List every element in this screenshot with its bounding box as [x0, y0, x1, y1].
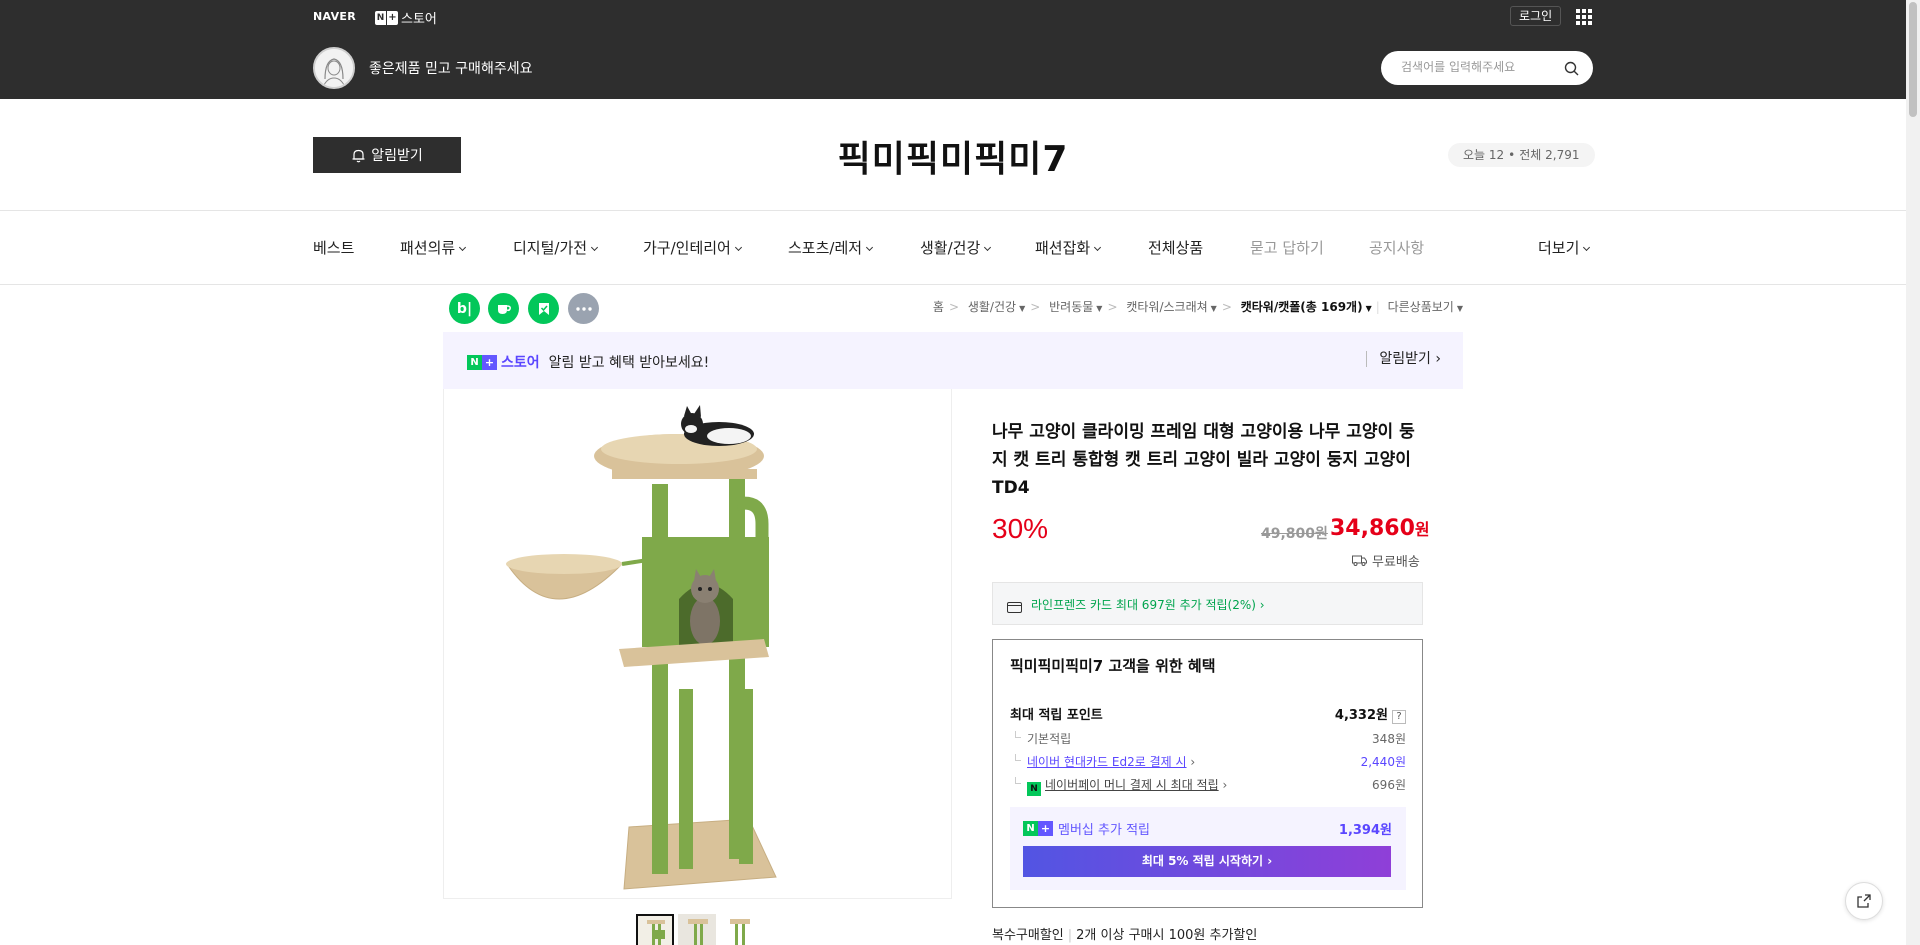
product-thumbnail[interactable]	[678, 914, 716, 945]
nplus-store-logo[interactable]: N + 스토어	[375, 8, 437, 27]
nav-item-digital[interactable]: 디지털/가전	[513, 237, 599, 258]
npay-money-link[interactable]: 네이버페이 머니 결제 시 최대 적립	[1045, 778, 1219, 792]
membership-label: 멤버십 추가 적립	[1058, 823, 1150, 838]
chevron-down-icon	[1583, 243, 1591, 252]
membership-start-button[interactable]: 최대 5% 적립 시작하기 ›	[1023, 846, 1391, 877]
store-label: 스토어	[401, 12, 437, 27]
product-image[interactable]	[443, 389, 952, 899]
breadcrumb-current[interactable]: 캣타워/캣폴(총 169개) ▼	[1241, 300, 1372, 314]
promo-store-label: 스토어	[501, 355, 540, 371]
discount-rate: 30%	[992, 513, 1049, 544]
store-title[interactable]: 픽미픽미픽미7	[0, 130, 1906, 182]
nav-item-best[interactable]: 베스트	[313, 237, 354, 258]
login-button[interactable]: 로그인	[1510, 6, 1562, 26]
more-share-icon[interactable]	[568, 293, 599, 324]
chevron-down-icon	[591, 243, 599, 252]
delivery-info: 무료배송	[1352, 551, 1420, 570]
membership-box: N + 멤버십 추가 적립 1,394원 최대 5% 적립 시작하기 ›	[1010, 807, 1406, 890]
page-scrollbar[interactable]	[1906, 0, 1920, 945]
breadcrumb: 홈 > 생활/건강 ▼ > 반려동물 ▼ > 캣타워/스크래쳐 ▼ > 캣타워/캣폴(총 16…	[932, 300, 1463, 314]
store-avatar[interactable]	[313, 47, 355, 89]
cafe-share-icon[interactable]	[488, 293, 519, 324]
bookmark-share-icon[interactable]	[528, 293, 559, 324]
nav-item-qna[interactable]: 묻고 답하기	[1250, 237, 1324, 258]
original-price: 49,800원	[1261, 526, 1328, 542]
breadcrumb-category-3[interactable]: 캣타워/스크래쳐 ▼	[1126, 300, 1216, 314]
credit-card-icon	[1007, 598, 1022, 617]
chevron-down-icon	[866, 243, 874, 252]
benefit-box: 픽미픽미픽미7 고객을 위한 혜택 최대 적립 포인트 4,332원? 기본적립…	[992, 639, 1423, 908]
category-nav: 베스트 패션의류 디지털/가전 가구/인테리어 스포츠/레저 생활/건강 패션잡…	[313, 237, 1593, 259]
blog-share-icon[interactable]: b|	[449, 293, 480, 324]
sale-price: 34,860원	[1330, 516, 1430, 541]
card-offer[interactable]: 라인프렌즈 카드 최대 697원 추가 적립(2%) ›	[992, 582, 1423, 625]
promo-text: 알림 받고 혜택 받아보세요!	[548, 355, 710, 371]
chevron-down-icon	[1094, 243, 1102, 252]
breadcrumb-category-2[interactable]: 반려동물 ▼	[1049, 300, 1102, 314]
chevron-down-icon	[984, 243, 992, 252]
chevron-down-icon	[459, 243, 467, 252]
search-box	[1381, 51, 1593, 85]
npay-icon: N	[1027, 782, 1041, 796]
nav-item-furniture[interactable]: 가구/인테리어	[643, 237, 742, 258]
breadcrumb-home[interactable]: 홈	[933, 300, 944, 314]
product-thumbnail[interactable]	[720, 914, 758, 945]
share-icon	[1857, 894, 1871, 908]
hyundai-card-row: 네이버 현대카드 Ed2로 결제 시 › 2,440원	[1010, 753, 1406, 770]
nav-item-sports[interactable]: 스포츠/레저	[788, 237, 874, 258]
scrollbar-thumb[interactable]	[1909, 2, 1917, 117]
help-icon[interactable]: ?	[1392, 710, 1406, 724]
breadcrumb-category-1[interactable]: 생활/건강 ▼	[968, 300, 1025, 314]
search-icon[interactable]	[1564, 61, 1579, 80]
benefit-title: 픽미픽미픽미7 고객을 위한 혜택	[1010, 657, 1216, 675]
max-points-row: 최대 적립 포인트 4,332원?	[1010, 704, 1406, 724]
npay-money-row: N 네이버페이 머니 결제 시 최대 적립 › 696원	[1010, 776, 1406, 796]
share-button[interactable]	[1845, 882, 1883, 920]
nav-item-all-products[interactable]: 전체상품	[1148, 237, 1203, 258]
membership-value: 1,394원	[1338, 823, 1392, 838]
search-input[interactable]	[1401, 60, 1561, 74]
promo-alert-link[interactable]: 알림받기 ›	[1366, 351, 1441, 367]
promo-banner: N + 스토어 알림 받고 혜택 받아보세요! 알림받기 ›	[443, 332, 1463, 389]
nplus-icon: N +	[467, 354, 497, 370]
nav-item-fashion-clothing[interactable]: 패션의류	[400, 237, 467, 258]
product-thumbnail[interactable]	[636, 914, 674, 945]
app-grid-icon[interactable]	[1576, 9, 1592, 25]
nav-item-living[interactable]: 생활/건강	[920, 237, 992, 258]
divider	[443, 898, 952, 899]
product-title: 나무 고양이 클라이밍 프레임 대형 고양이용 나무 고양이 둥지 캣 트리 통…	[992, 422, 1415, 498]
nav-item-more[interactable]: 더보기	[1538, 237, 1591, 258]
nplus-icon: N +	[1023, 821, 1053, 836]
hyundai-card-link[interactable]: 네이버 현대카드 Ed2로 결제 시	[1027, 755, 1187, 769]
top-header: NAVER N + 스토어 로그인 좋은제품 믿고 구매해주세요	[0, 0, 1906, 99]
nav-item-notice[interactable]: 공지사항	[1369, 237, 1424, 258]
naver-logo[interactable]: NAVER	[313, 10, 356, 23]
other-products-link[interactable]: 다른상품보기 ▼	[1388, 300, 1463, 314]
store-slogan: 좋은제품 믿고 구매해주세요	[369, 61, 533, 77]
divider	[0, 210, 1906, 211]
nav-item-fashion-goods[interactable]: 패션잡화	[1035, 237, 1102, 258]
divider	[0, 284, 1906, 285]
truck-icon	[1352, 555, 1367, 566]
nplus-icon: N +	[375, 10, 398, 25]
visitor-total: 전체 2,791	[1519, 148, 1580, 162]
basic-points-row: 기본적립 348원	[1010, 730, 1406, 747]
visitor-count: 오늘 12 • 전체 2,791	[1448, 143, 1595, 167]
multi-buy-discount: 복수구매할인 | 2개 이상 구매시 100원 추가할인	[992, 928, 1258, 943]
chevron-down-icon	[734, 243, 742, 252]
visitor-today: 오늘 12	[1463, 148, 1505, 162]
